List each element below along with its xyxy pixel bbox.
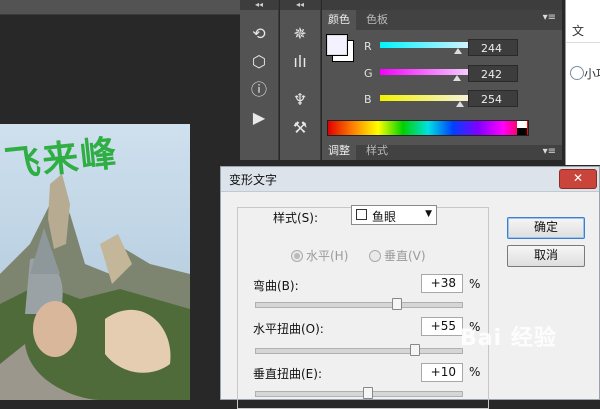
canvas-area[interactable]: 飞来峰 [0, 0, 240, 400]
bend-label: 弯曲(B): [253, 279, 299, 293]
panel-icon-strip-2: ◂◂ ✵ ılı ♆ ⚒ [280, 0, 321, 160]
watermark-text: Bai 经验 [460, 326, 557, 351]
dialog-title: 变形文字 [229, 173, 278, 187]
channel-r-thumb[interactable] [454, 48, 462, 54]
channel-b-label: B [364, 93, 372, 106]
canvas-text-layer[interactable]: 飞来峰 [2, 130, 120, 186]
horizontal-distortion-input[interactable]: +55 [421, 317, 463, 336]
style-select[interactable]: 鱼眼 ▼ [351, 205, 437, 225]
adjust-panel-tabbar: 调整 样式 ▾≡ [322, 142, 562, 160]
bend-slider-thumb[interactable] [392, 298, 403, 310]
foreground-color-swatch[interactable] [326, 34, 348, 56]
color-panel: 颜色 色板 ▾≡ R 244 G 242 B 254 [322, 0, 562, 145]
color-panel-header [322, 0, 562, 10]
photo-layer[interactable]: 飞来峰 [0, 124, 190, 400]
tab-swatches[interactable]: 色板 [360, 10, 394, 30]
color-panel-tabbar: 颜色 色板 ▾≡ [322, 10, 562, 30]
tool-presets-icon[interactable]: ⚒ [286, 116, 314, 140]
channel-r-label: R [364, 40, 372, 53]
vertical-distortion-percent: % [469, 365, 481, 379]
strip-collapse-icon[interactable]: ◂◂ [240, 0, 278, 10]
vertical-distortion-slider-thumb[interactable] [363, 387, 374, 399]
horizontal-distortion-slider[interactable] [255, 348, 463, 354]
dialog-titlebar[interactable]: 变形文字 ✕ [221, 167, 599, 192]
tab-color[interactable]: 颜色 [322, 10, 356, 30]
style-select-value: 鱼眼 [372, 210, 397, 224]
close-button[interactable]: ✕ [559, 169, 597, 189]
vertical-radio[interactable] [369, 250, 381, 262]
channel-g-label: G [364, 67, 373, 80]
horizontal-radio[interactable] [291, 250, 303, 262]
panel-menu-icon[interactable]: ▾≡ [543, 12, 556, 23]
compass-icon[interactable]: ✵ [286, 22, 314, 46]
color-ramp-white[interactable] [517, 121, 527, 128]
horizontal-label: 水平(H) [306, 249, 349, 263]
cancel-button[interactable]: 取消 [507, 245, 585, 267]
brush-presets-icon[interactable]: ♆ [286, 88, 314, 112]
channel-g-value[interactable]: 242 [468, 65, 518, 82]
ok-button[interactable]: 确定 [507, 217, 585, 239]
vertical-distortion-slider[interactable] [255, 391, 463, 397]
history-icon[interactable]: ⟲ [245, 22, 273, 46]
horizontal-distortion-slider-thumb[interactable] [409, 344, 420, 356]
channel-g-thumb[interactable] [453, 75, 461, 81]
tab-adjustments[interactable]: 调整 [322, 142, 356, 160]
background-app-window: 文 小项 [565, 0, 600, 165]
channel-r-value[interactable]: 244 [468, 39, 518, 56]
background-app-text-1: 文 [572, 24, 585, 38]
background-app-divider [566, 42, 600, 43]
3d-cube-icon[interactable]: ⬡ [245, 50, 273, 74]
horizontal-distortion-label: 水平扭曲(O): [253, 322, 324, 336]
fisheye-icon [356, 209, 367, 220]
color-ramp-black[interactable] [517, 128, 527, 135]
vertical-distortion-label: 垂直扭曲(E): [253, 367, 322, 381]
channel-b-thumb[interactable] [456, 101, 464, 107]
style-label: 样式(S): [273, 211, 319, 225]
vertical-distortion-input[interactable]: +10 [421, 363, 463, 382]
color-ramp[interactable] [327, 120, 529, 136]
canvas-top-bar [0, 0, 240, 15]
background-app-text-2: 小项 [584, 67, 600, 81]
tab-styles[interactable]: 样式 [360, 142, 394, 160]
panel-icon-strip-1: ◂◂ ⟲ ⬡ ⓘ ▶ [240, 0, 279, 160]
adjust-panel-menu-icon[interactable]: ▾≡ [543, 146, 556, 157]
bend-percent: % [469, 277, 481, 291]
channel-b-value[interactable]: 254 [468, 90, 518, 107]
info-icon[interactable]: ⓘ [245, 78, 273, 102]
vertical-label: 垂直(V) [384, 249, 426, 263]
brush-tips-icon[interactable]: ılı [286, 50, 314, 74]
canvas-warped-text: 飞来峰 [2, 132, 121, 186]
chevron-down-icon: ▼ [425, 209, 432, 219]
background-app-radio-icon [570, 66, 584, 80]
baidu-jingyan-watermark: Bai 经验 [460, 320, 557, 352]
bend-slider[interactable] [255, 302, 463, 308]
warp-text-dialog: 变形文字 ✕ 样式(S): 鱼眼 ▼ 水平(H) 垂直(V) 弯曲(B): +3… [220, 166, 600, 409]
bend-input[interactable]: +38 [421, 274, 463, 293]
strip-collapse-icon[interactable]: ◂◂ [280, 0, 320, 10]
play-actions-icon[interactable]: ▶ [245, 106, 273, 130]
